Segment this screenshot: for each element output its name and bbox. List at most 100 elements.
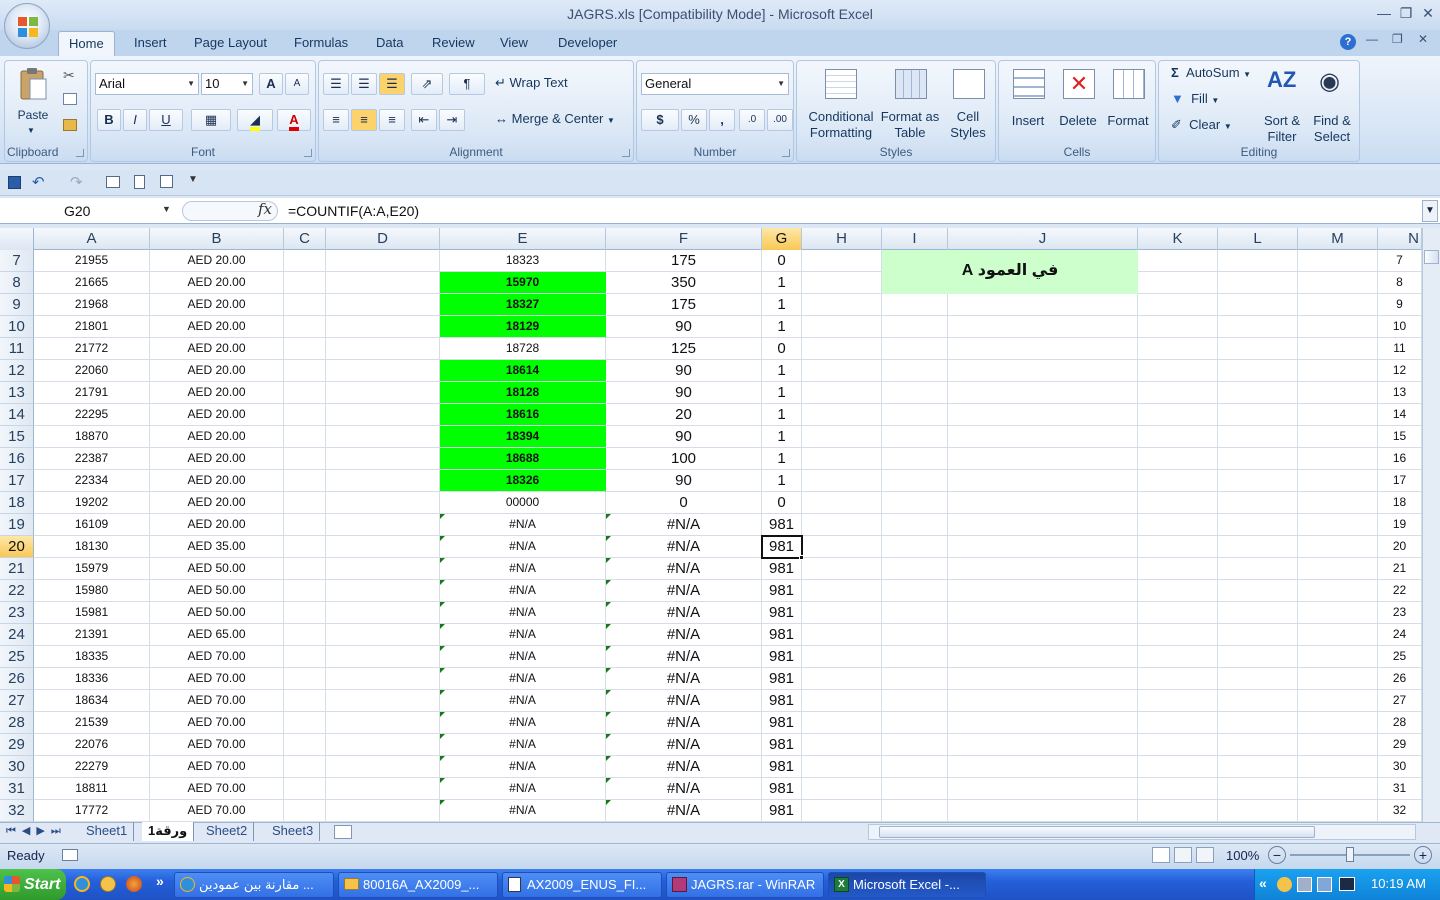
format-as-table-button[interactable]: Format as Table — [879, 65, 941, 141]
cell-b[interactable]: AED 20.00 — [150, 470, 284, 492]
text-direction-button[interactable]: ¶ — [449, 73, 485, 95]
vertical-scrollbar[interactable] — [1422, 228, 1440, 822]
comma-button[interactable]: , — [709, 109, 735, 131]
cell-n[interactable]: 11 — [1378, 338, 1422, 360]
row-header[interactable]: 30 — [0, 756, 34, 778]
underline-button[interactable]: U — [149, 109, 183, 131]
cell-m[interactable] — [1298, 580, 1378, 602]
borders-button[interactable]: ▦ — [191, 109, 231, 131]
cell-m[interactable] — [1298, 646, 1378, 668]
row-header[interactable]: 12 — [0, 360, 34, 382]
cell-c[interactable] — [284, 778, 326, 800]
cell-c[interactable] — [284, 668, 326, 690]
cell-b[interactable]: AED 20.00 — [150, 360, 284, 382]
tab-data[interactable]: Data — [366, 34, 413, 56]
cell-h[interactable] — [802, 646, 882, 668]
cut-icon[interactable]: ✂ — [63, 67, 75, 84]
cell-b[interactable]: AED 70.00 — [150, 712, 284, 734]
paste-dropdown-icon[interactable]: ▼ — [27, 123, 35, 139]
font-name-combo[interactable]: Arial ▼ — [95, 73, 199, 95]
cell-f[interactable]: #N/A — [606, 668, 762, 690]
tray-expand-icon[interactable]: « — [1259, 875, 1267, 891]
cell-f[interactable]: #N/A — [606, 536, 762, 558]
sheet-nav-arrows-icon[interactable]: ⏮◀▶⏭ — [6, 824, 67, 838]
cell-k[interactable] — [1138, 690, 1218, 712]
cell-c[interactable] — [284, 492, 326, 514]
cell-j[interactable] — [948, 470, 1138, 492]
cell-f[interactable]: 125 — [606, 338, 762, 360]
cell-e[interactable]: 18129 — [440, 316, 606, 338]
worksheet-grid[interactable]: 7 21955 AED 20.00 18323 175 0 7 8 21665 AED 20.00… — [0, 250, 1422, 822]
cell-k[interactable] — [1138, 580, 1218, 602]
cell-b[interactable]: AED 70.00 — [150, 734, 284, 756]
cell-n[interactable]: 7 — [1378, 250, 1422, 272]
sheet-tab-sheet3[interactable]: Sheet3 — [266, 822, 321, 841]
cell-a[interactable]: 22279 — [34, 756, 150, 778]
cell-i[interactable] — [882, 514, 948, 536]
cell-j[interactable] — [948, 338, 1138, 360]
alignment-launcher-icon[interactable] — [622, 149, 630, 157]
row-header[interactable]: 32 — [0, 800, 34, 822]
cell-g[interactable]: 981 — [762, 602, 802, 624]
cell-g[interactable]: 981 — [762, 558, 802, 580]
cell-k[interactable] — [1138, 250, 1218, 272]
cell-g[interactable]: 0 — [762, 492, 802, 514]
cell-f[interactable]: #N/A — [606, 734, 762, 756]
cell-l[interactable] — [1218, 580, 1298, 602]
cell-d[interactable] — [326, 690, 440, 712]
tab-home[interactable]: Home — [58, 31, 115, 57]
cell-n[interactable]: 8 — [1378, 272, 1422, 294]
cell-d[interactable] — [326, 448, 440, 470]
cell-a[interactable]: 15979 — [34, 558, 150, 580]
cell-f[interactable]: #N/A — [606, 756, 762, 778]
row-header[interactable]: 18 — [0, 492, 34, 514]
cell-l[interactable] — [1218, 536, 1298, 558]
insert-function-button[interactable]: fx — [258, 200, 272, 218]
cell-d[interactable] — [326, 470, 440, 492]
redo-icon[interactable]: ↷ — [70, 173, 83, 191]
cell-m[interactable] — [1298, 734, 1378, 756]
cell-h[interactable] — [802, 602, 882, 624]
align-top-button[interactable]: ☰ — [323, 73, 349, 95]
cell-d[interactable] — [326, 580, 440, 602]
row-header[interactable]: 26 — [0, 668, 34, 690]
cell-l[interactable] — [1218, 756, 1298, 778]
cell-e[interactable]: #N/A — [440, 558, 606, 580]
cell-a[interactable]: 18870 — [34, 426, 150, 448]
cell-a[interactable]: 22387 — [34, 448, 150, 470]
cell-f[interactable]: #N/A — [606, 690, 762, 712]
cell-c[interactable] — [284, 360, 326, 382]
cell-d[interactable] — [326, 800, 440, 822]
row-header[interactable]: 29 — [0, 734, 34, 756]
cell-g[interactable]: 0 — [762, 250, 802, 272]
cell-m[interactable] — [1298, 624, 1378, 646]
row-header[interactable]: 10 — [0, 316, 34, 338]
cell-m[interactable] — [1298, 360, 1378, 382]
row-header[interactable]: 31 — [0, 778, 34, 800]
cell-c[interactable] — [284, 426, 326, 448]
cell-l[interactable] — [1218, 360, 1298, 382]
cell-b[interactable]: AED 20.00 — [150, 382, 284, 404]
cell-k[interactable] — [1138, 558, 1218, 580]
cell-m[interactable] — [1298, 800, 1378, 822]
cell-l[interactable] — [1218, 602, 1298, 624]
column-header-a[interactable]: A — [34, 228, 150, 250]
cell-n[interactable]: 32 — [1378, 800, 1422, 822]
column-header-f[interactable]: F — [606, 228, 762, 250]
cell-g[interactable]: 981 — [762, 580, 802, 602]
format-painter-icon[interactable] — [63, 119, 77, 131]
cell-k[interactable] — [1138, 602, 1218, 624]
cell-e[interactable]: #N/A — [440, 668, 606, 690]
cell-e[interactable]: #N/A — [440, 734, 606, 756]
cell-b[interactable]: AED 70.00 — [150, 690, 284, 712]
page-layout-view-icon[interactable] — [1174, 847, 1192, 863]
cell-k[interactable] — [1138, 800, 1218, 822]
cell-b[interactable]: AED 70.00 — [150, 668, 284, 690]
cell-k[interactable] — [1138, 360, 1218, 382]
cell-h[interactable] — [802, 470, 882, 492]
cell-f[interactable]: #N/A — [606, 514, 762, 536]
cell-m[interactable] — [1298, 404, 1378, 426]
row-header[interactable]: 16 — [0, 448, 34, 470]
cell-styles-button[interactable]: Cell Styles — [943, 65, 993, 141]
customize-qat-icon[interactable]: ▼ — [188, 174, 198, 185]
